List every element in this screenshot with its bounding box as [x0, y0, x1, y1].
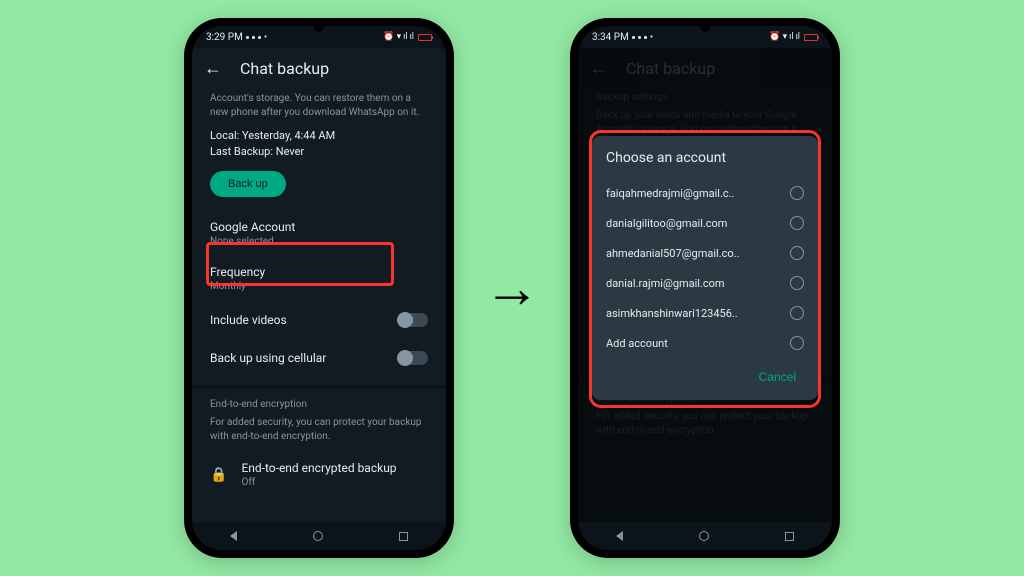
radio-icon[interactable]: [790, 306, 804, 320]
signal-icon: ıl: [403, 32, 407, 42]
page-title: Chat backup: [240, 59, 329, 78]
choose-account-dialog: Choose an account faiqahmedrajmi@gmail.c…: [592, 136, 818, 400]
include-videos-toggle[interactable]: [398, 313, 428, 327]
account-option[interactable]: asimkhanshinwari123456..: [606, 298, 804, 328]
last-backup-line: Last Backup: Never: [210, 145, 428, 158]
add-account-option[interactable]: Add account: [606, 328, 804, 358]
dialog-title: Choose an account: [606, 150, 804, 166]
nav-recent-icon[interactable]: [399, 532, 408, 541]
nav-home-icon[interactable]: [313, 531, 323, 541]
cellular-row[interactable]: Back up using cellular: [210, 339, 428, 377]
radio-icon[interactable]: [790, 216, 804, 230]
backup-button[interactable]: Back up: [210, 171, 286, 197]
encryption-desc: For added security, you can protect your…: [210, 416, 428, 443]
wifi-icon: ▾: [783, 32, 788, 42]
radio-icon[interactable]: [790, 336, 804, 350]
encrypted-backup-row[interactable]: 🔒 End-to-end encrypted backup Off: [210, 453, 428, 496]
account-option[interactable]: faiqahmedrajmi@gmail.c..: [606, 178, 804, 208]
alarm-icon: ⏰: [769, 32, 780, 42]
account-option[interactable]: ahmedanial507@gmail.co..: [606, 238, 804, 268]
camera-notch: [314, 22, 324, 32]
encrypted-backup-title: End-to-end encrypted backup: [241, 461, 396, 475]
wifi-icon: ▾: [397, 32, 402, 42]
nav-back-icon[interactable]: [230, 531, 237, 541]
add-account-label: Add account: [606, 337, 790, 350]
signal-icon: ıl: [789, 32, 793, 42]
google-account-title: Google Account: [210, 220, 428, 234]
camera-notch: [700, 22, 710, 32]
local-backup-line: Local: Yesterday, 4:44 AM: [210, 129, 428, 142]
phone-right: 3:34 PM • ⏰ ▾ ıl ıl ← Chat backup Backup…: [570, 18, 840, 558]
alarm-icon: ⏰: [383, 32, 394, 42]
encrypted-backup-sub: Off: [241, 477, 396, 488]
back-arrow-icon[interactable]: ←: [204, 58, 222, 79]
arrow-right-icon: →: [484, 255, 540, 321]
more-icon: •: [650, 32, 653, 43]
title-bar: ← Chat backup: [192, 48, 446, 88]
lock-icon: 🔒: [210, 467, 227, 483]
nav-bar: [192, 522, 446, 550]
backup-description: Account's storage. You can restore them …: [210, 92, 428, 119]
radio-icon[interactable]: [790, 186, 804, 200]
encryption-section-label: End-to-end encryption: [210, 399, 428, 410]
account-option[interactable]: danial.rajmi@gmail.com: [606, 268, 804, 298]
nav-home-icon[interactable]: [699, 531, 709, 541]
radio-icon[interactable]: [790, 276, 804, 290]
cancel-button[interactable]: Cancel: [751, 364, 804, 390]
nav-bar: [578, 522, 832, 550]
status-time: 3:34 PM: [592, 32, 629, 43]
signal-icon-2: ıl: [410, 32, 414, 42]
radio-icon[interactable]: [790, 246, 804, 260]
screen-left: 3:29 PM • ⏰ ▾ ıl ıl ← Chat backup Accoun…: [192, 26, 446, 550]
status-time: 3:29 PM: [206, 32, 243, 43]
screen-right: 3:34 PM • ⏰ ▾ ıl ıl ← Chat backup Backup…: [578, 26, 832, 550]
cellular-toggle[interactable]: [398, 351, 428, 365]
highlight-google-account: [206, 242, 394, 286]
account-option[interactable]: danialgilitoo@gmail.com: [606, 208, 804, 238]
signal-icon-2: ıl: [796, 32, 800, 42]
more-icon: •: [264, 32, 267, 43]
battery-icon: [804, 34, 818, 41]
battery-icon: [418, 34, 432, 41]
include-videos-row[interactable]: Include videos: [210, 301, 428, 339]
include-videos-label: Include videos: [210, 313, 287, 327]
phone-left: 3:29 PM • ⏰ ▾ ıl ıl ← Chat backup Accoun…: [184, 18, 454, 558]
nav-back-icon[interactable]: [616, 531, 623, 541]
cellular-label: Back up using cellular: [210, 351, 326, 365]
nav-recent-icon[interactable]: [785, 532, 794, 541]
